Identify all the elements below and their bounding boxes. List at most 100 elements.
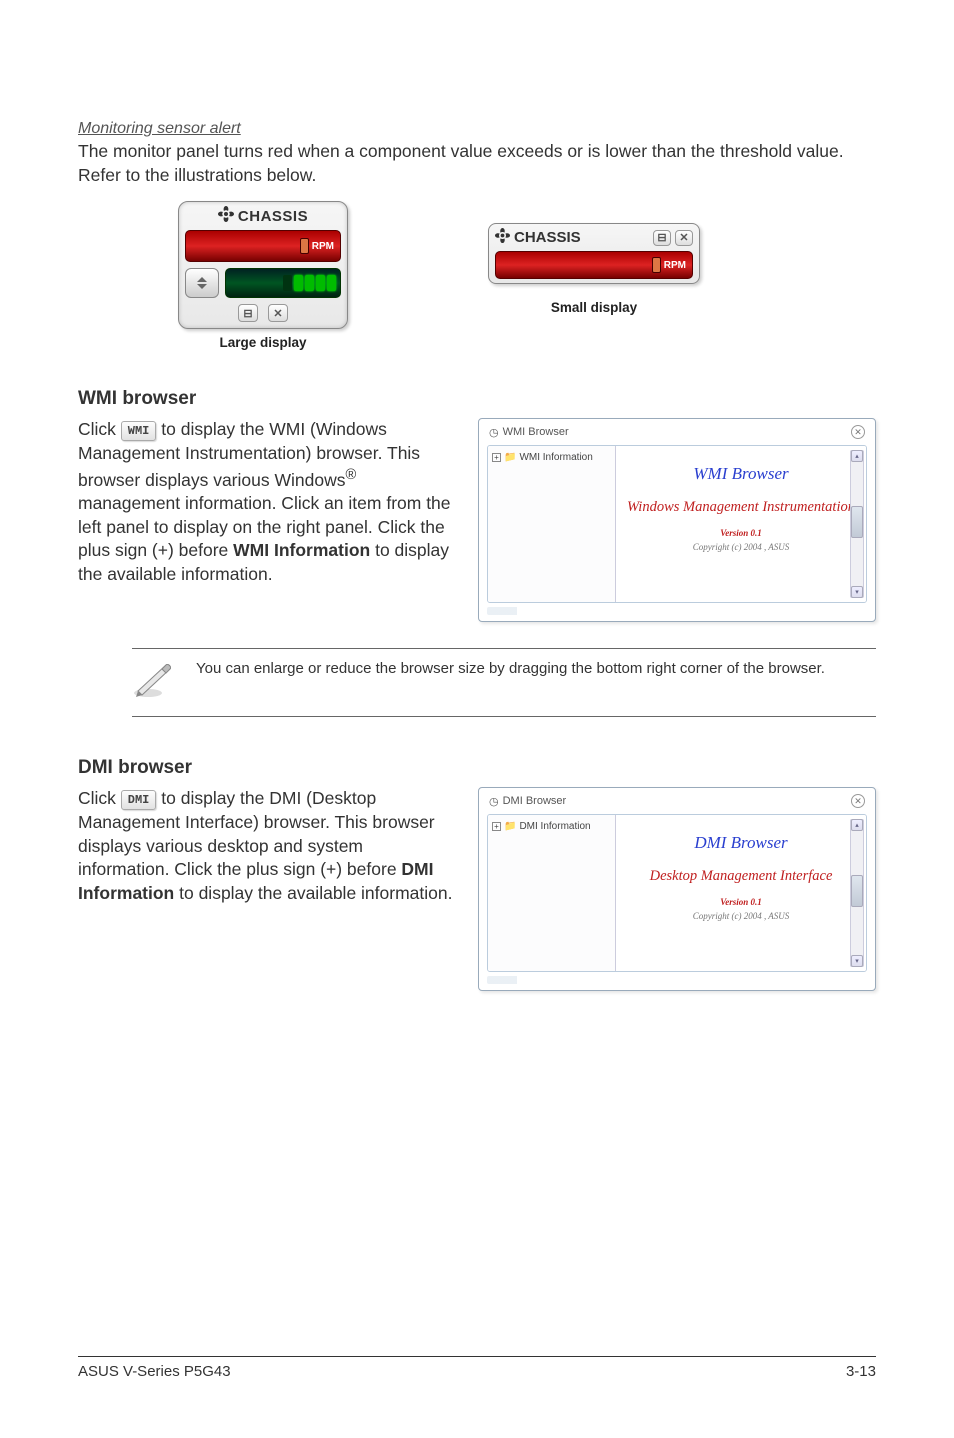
resize-grip[interactable] [487, 976, 867, 984]
dmi-body: + 📁 DMI Information DMI Browser Desktop … [487, 814, 867, 972]
dmi-text: Click DMI to display the DMI (Desktop Ma… [78, 787, 456, 905]
wmi-content-sub: Windows Management Instrumentation [620, 498, 862, 516]
close-icon[interactable]: ✕ [675, 230, 693, 246]
chassis-large-label: CHASSIS [238, 208, 308, 225]
chassis-large-title: CHASSIS [185, 206, 341, 226]
monitoring-body: The monitor panel turns red when a compo… [78, 140, 876, 187]
fan-icon [495, 228, 510, 247]
wmi-content-version: Version 0.1 [620, 528, 862, 538]
dmi-browser-col: ◷ DMI Browser ✕ + 📁 DMI Information DMI … [478, 787, 876, 991]
digit [305, 275, 314, 291]
red-alert-panel-small: RPM [495, 251, 693, 279]
wmi-tree-root[interactable]: + 📁 WMI Information [492, 452, 611, 463]
wmi-body: + 📁 WMI Information WMI Browser Windows … [487, 445, 867, 603]
chassis-small-panel: CHASSIS ⊟ ✕ RPM [488, 223, 700, 284]
red-alert-panel-large: RPM [185, 230, 341, 262]
threshold-readout [225, 268, 341, 298]
wmi-browser-col: ◷ WMI Browser ✕ + 📁 WMI Information WMI … [478, 418, 876, 622]
chassis-small-title: CHASSIS [495, 228, 581, 247]
dmi-title-text: DMI Browser [503, 795, 567, 807]
wmi-content-copyright: Copyright (c) 2004 , ASUS [620, 542, 862, 552]
dmi-content-pane: DMI Browser Desktop Management Interface… [616, 815, 866, 971]
folder-icon: 📁 [504, 452, 516, 463]
page-footer: ASUS V-Series P5G43 3-13 [78, 1356, 876, 1380]
threshold-row [185, 268, 341, 298]
dmi-content-copyright: Copyright (c) 2004 , ASUS [620, 911, 862, 921]
scroll-thumb[interactable] [851, 875, 863, 907]
dmi-tree-pane[interactable]: + 📁 DMI Information [488, 815, 616, 971]
large-display-col: CHASSIS RPM [178, 201, 348, 350]
scroll-down-icon[interactable]: ▾ [851, 586, 863, 598]
dmi-content-version: Version 0.1 [620, 897, 862, 907]
expand-icon[interactable]: ⊟ [653, 230, 671, 246]
small-caption: Small display [488, 300, 700, 315]
digit [327, 275, 336, 291]
folder-icon: 📁 [504, 821, 516, 832]
control-row: ⊟ ✕ [185, 304, 341, 322]
rpm-digit [300, 238, 309, 254]
wmi-title-text: WMI Browser [503, 426, 569, 438]
dmi-tree-root[interactable]: + 📁 DMI Information [492, 821, 611, 832]
stepper-up-icon [197, 277, 207, 282]
threshold-stepper[interactable] [185, 268, 219, 298]
dmi-tree-label: DMI Information [519, 821, 590, 832]
tree-expand-icon[interactable]: + [492, 453, 501, 462]
dmi-browser-window: ◷ DMI Browser ✕ + 📁 DMI Information DMI … [478, 787, 876, 991]
close-icon[interactable]: ✕ [851, 794, 865, 808]
dmi-text-2: to display the available information. [174, 883, 452, 903]
chassis-large-panel: CHASSIS RPM [178, 201, 348, 329]
wmi-text-click: Click [78, 419, 121, 439]
footer-left: ASUS V-Series P5G43 [78, 1363, 231, 1380]
wmi-window-title: ◷ WMI Browser [489, 426, 569, 439]
section-monitoring: Monitoring sensor alert The monitor pane… [78, 120, 876, 350]
wmi-tree-pane[interactable]: + 📁 WMI Information [488, 446, 616, 602]
resize-grip[interactable] [487, 607, 867, 615]
registered-mark: ® [345, 467, 356, 483]
rpm-chip-small: RPM [652, 257, 686, 273]
monitoring-heading: Monitoring sensor alert [78, 120, 876, 138]
scroll-up-icon[interactable]: ▴ [851, 450, 863, 462]
close-icon[interactable]: ✕ [268, 304, 288, 322]
wmi-bold: WMI Information [233, 540, 370, 560]
wmi-browser-window: ◷ WMI Browser ✕ + 📁 WMI Information WMI … [478, 418, 876, 622]
wmi-text: Click WMI to display the WMI (Windows Ma… [78, 418, 456, 586]
digit [294, 275, 303, 291]
dmi-section: Click DMI to display the DMI (Desktop Ma… [78, 787, 876, 991]
footer-page-number: 3-13 [846, 1363, 876, 1380]
rpm-label: RPM [312, 241, 334, 252]
tree-expand-icon[interactable]: + [492, 822, 501, 831]
displays-row: CHASSIS RPM [78, 201, 876, 350]
dmi-content-title: DMI Browser [620, 833, 862, 853]
dmi-window-title: ◷ DMI Browser [489, 795, 566, 808]
app-icon: ◷ [489, 426, 499, 439]
chassis-small-label: CHASSIS [514, 229, 581, 246]
scroll-thumb[interactable] [851, 506, 863, 538]
digit [316, 275, 325, 291]
wmi-content-title: WMI Browser [620, 464, 862, 484]
wmi-titlebar: ◷ WMI Browser ✕ [483, 423, 871, 441]
wmi-section: Click WMI to display the WMI (Windows Ma… [78, 418, 876, 622]
wmi-heading: WMI browser [78, 388, 876, 410]
wmi-tree-label: WMI Information [519, 452, 592, 463]
small-controls: ⊟ ✕ [653, 230, 693, 246]
stepper-down-icon [197, 284, 207, 289]
pencil-icon [132, 659, 178, 704]
shrink-icon[interactable]: ⊟ [238, 304, 258, 322]
digit [283, 275, 292, 291]
rpm-digit [652, 257, 661, 273]
close-icon[interactable]: ✕ [851, 425, 865, 439]
dmi-titlebar: ◷ DMI Browser ✕ [483, 792, 871, 810]
dmi-button[interactable]: DMI [121, 790, 157, 810]
chassis-small-titlebar: CHASSIS ⊟ ✕ [495, 228, 693, 247]
rpm-chip: RPM [300, 238, 334, 254]
rpm-label-small: RPM [664, 260, 686, 271]
large-caption: Large display [178, 335, 348, 350]
fan-icon [218, 206, 234, 226]
wmi-button[interactable]: WMI [121, 421, 157, 441]
note-box: You can enlarge or reduce the browser si… [132, 648, 876, 717]
dmi-heading: DMI browser [78, 757, 876, 779]
note-text: You can enlarge or reduce the browser si… [196, 659, 825, 704]
scroll-down-icon[interactable]: ▾ [851, 955, 863, 967]
scroll-up-icon[interactable]: ▴ [851, 819, 863, 831]
app-icon: ◷ [489, 795, 499, 808]
